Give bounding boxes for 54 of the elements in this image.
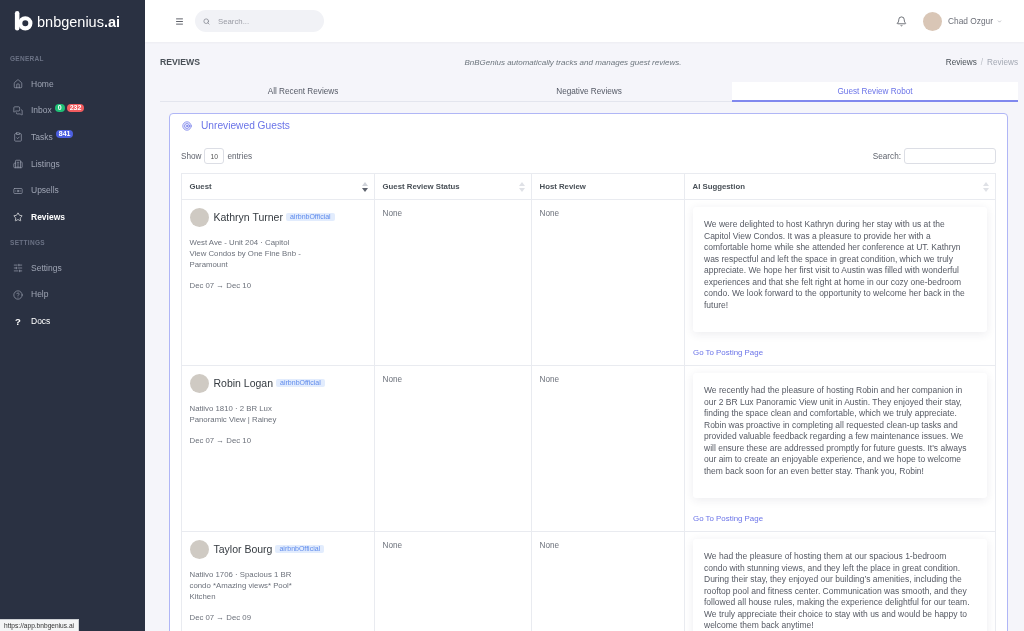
guest-name[interactable]: Kathryn Turner [213,211,283,223]
building-icon [13,159,23,170]
table-search-field[interactable] [904,148,996,164]
menu-icon[interactable] [175,16,184,26]
caret-icon [997,18,1002,24]
logo-icon [14,9,33,33]
home-icon [13,79,23,90]
guest-photo [189,207,209,227]
question-mark-icon: ? [13,316,23,327]
nav-item[interactable]: ? Docs [13,316,51,328]
guest-photo [189,373,209,393]
entries-label: entries [227,151,253,161]
bell-icon[interactable] [896,15,907,27]
guest-photo [189,539,209,559]
guest-name[interactable]: Taylor Bourg [213,543,273,555]
nav-item[interactable]: Settings [13,262,62,274]
search-icon [203,17,210,25]
guest-name[interactable]: Robin Logan [213,377,274,389]
card-title: Unreviewed Guests [201,120,290,131]
suggestion-text: We had the pleasure of hosting them at our spacious 1-bedroom condo with stunning views, and they left the place in great condition. During their stay, they enjoyed our building’s amenities, including the rooftop pool and fitness center. Communication was smooth, and they followed all house rules, making the experience delightful for our team. We truly appreciate their choice to stay with us and would be happy to welcome them back anytime! [704,551,970,631]
sliders-icon [13,263,23,274]
search-label: Search: [872,151,901,161]
logo-text: bnbgenius.ai [37,14,121,30]
help-icon [13,289,23,300]
page-subtitle: BnBGenius automatically tracks and manages guest reviews. [464,57,682,67]
tab[interactable]: Guest Review Robot [732,82,1018,102]
clipboard-icon [13,132,23,143]
avatar-placeholder[interactable] [923,11,942,31]
page-title: REVIEWS [160,57,201,67]
tab[interactable]: Negative Reviews [446,82,732,102]
banknote-icon [13,185,23,196]
host-review-cell: None [531,199,685,366]
nav-item[interactable]: Inbox [13,105,52,117]
host-review-cell: None [531,365,685,532]
target-icon [182,120,192,131]
nav-item[interactable]: Tasks [13,132,53,143]
nav-item[interactable]: Listings [13,158,60,170]
user-menu-button[interactable]: Chad Ozgur [948,16,1002,26]
show-label: Show [181,151,202,161]
review-status-cell: None [374,365,532,532]
chat-icon [13,105,23,116]
star-icon [13,212,23,223]
nav-item[interactable]: Upsells [13,185,59,197]
breadcrumb-separator: / [980,57,984,67]
nav-item[interactable]: Home [13,78,54,90]
suggestion-text: We were delighted to host Kathryn during her stay with us at the Capitol View Condos. It was a pleasure to provide her with a comfortable home while she attended her conference at UT. Kathryn was respectful and left the space in great condition, which we truly appreciate. We hope her first visit to Austin was filled with wonderful experiences and that she felt right at home in our cozy one-bedroom condo. We look forward to the opportunity to welcome her back in the future! [704,219,966,312]
breadcrumb-link[interactable]: Reviews [945,57,977,67]
nav-item[interactable]: Reviews [13,211,66,223]
nav-item[interactable]: Help [13,289,49,301]
tab[interactable]: All Recent Reviews [160,82,446,102]
sort-icon[interactable] [362,181,368,192]
review-status-cell: None [374,199,532,366]
breadcrumb-current: Reviews [987,57,1018,67]
suggestion-text: We recently had the pleasure of hosting Robin and her companion in our 2 BR Lux Panoramic View unit in Austin. They enjoyed their stay, finding the space clean and comfortable, which we truly appreciate. Robin was proactive in completing all requested clean-up tasks and provided valuable feedback regarding a few maintenance issues. We will ensure these are addressed promptly for future guests. It's always our aim to create an enjoyable experience, and we hope to welcome them back soon for an even better stay. Thank you, Robin! [704,385,968,478]
